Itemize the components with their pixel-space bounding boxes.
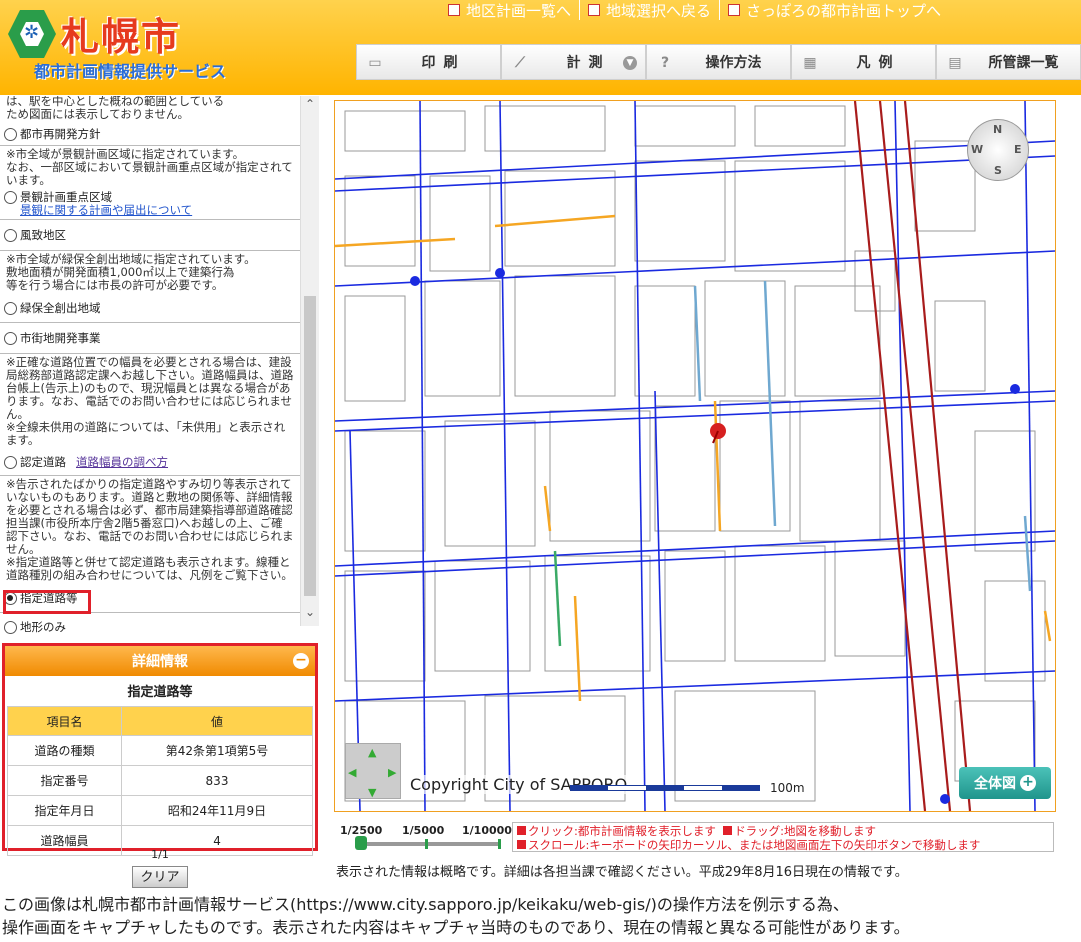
- document-icon: ▤: [948, 55, 962, 71]
- printer-icon: ▭: [368, 55, 382, 71]
- zoom-knob[interactable]: [355, 836, 367, 850]
- clear-button[interactable]: クリア: [132, 866, 188, 888]
- option-certified-road[interactable]: 認定道路 道路幅員の調べ方: [0, 449, 300, 476]
- arrow-right-icon[interactable]: ▶: [388, 766, 396, 779]
- zoom-level-10000[interactable]: 1/10000: [462, 824, 512, 837]
- collapse-icon[interactable]: −: [293, 653, 309, 669]
- print-button[interactable]: ▭ 印刷: [356, 44, 501, 80]
- office-list-button[interactable]: ▤ 所管課一覧: [936, 44, 1081, 80]
- option-redevelopment[interactable]: 都市再開発方針: [0, 123, 300, 146]
- scale-label: 100m: [770, 781, 805, 795]
- radio-icon: [4, 301, 17, 315]
- detail-panel: 詳細情報 − 指定道路等 項目名値 道路の種類 第42条第1項第5号 指定番号 833…: [2, 643, 318, 856]
- logo-hex-icon: ✲: [8, 10, 56, 58]
- scroll-thumb[interactable]: [304, 296, 316, 596]
- option-green-area[interactable]: 緑保全創出地域: [0, 294, 300, 323]
- zoom-track[interactable]: [355, 836, 501, 850]
- link-road-width[interactable]: 道路幅員の調べ方: [76, 455, 168, 469]
- chevron-up-icon[interactable]: ⌃: [301, 98, 319, 111]
- question-icon: ?: [660, 55, 670, 71]
- pager: 1/1: [151, 848, 169, 861]
- arrow-up-icon[interactable]: ▲: [368, 746, 376, 759]
- option-terrain-only[interactable]: 地形のみ: [0, 613, 300, 641]
- zoom-level-5000[interactable]: 1/5000: [402, 824, 444, 837]
- top-links: 地区計画一覧へ 地域選択へ戻る さっぽろの都市計画トップへ: [440, 0, 949, 22]
- home-icon: [448, 4, 460, 16]
- toolbar: ▭ 印刷 ⟋ 計測 ▼ ? 操作方法 ▦ 凡例 ▤ 所管課一覧: [356, 44, 1081, 82]
- note-station: は、駅を中心とした概ねの範囲としている ため図面には表示しておりません。: [6, 96, 225, 121]
- detail-table: 項目名値 道路の種類 第42条第1項第5号 指定番号 833 指定年月日 昭和24年1…: [6, 706, 313, 856]
- grid-icon: ▦: [803, 55, 817, 71]
- logo-name: 札幌市: [61, 15, 182, 59]
- option-scenic-district[interactable]: 風致地区: [0, 220, 300, 251]
- howto-button[interactable]: ? 操作方法: [646, 44, 791, 80]
- col-value-header: 値: [121, 706, 313, 736]
- radio-icon: [4, 331, 17, 345]
- detail-title: 指定道路等: [127, 685, 193, 700]
- link-city-planning-top[interactable]: さっぽろの都市計画トップへ: [719, 0, 949, 20]
- logo-subtitle: 都市計画情報提供サービス: [34, 62, 227, 81]
- home-icon: [728, 4, 741, 16]
- scale-bar: [570, 781, 760, 795]
- selected-highlight: [3, 590, 91, 614]
- table-header-row: 項目名値: [6, 706, 313, 736]
- radio-icon: [4, 127, 17, 141]
- pan-control[interactable]: ▲ ▼ ◀ ▶: [345, 743, 401, 799]
- col-item-header: 項目名: [6, 706, 123, 736]
- table-row: 道路の種類 第42条第1項第5号: [6, 735, 313, 766]
- info-note: 表示された情報は概略です。詳細は各担当課で確認ください。平成29年8月16日現在…: [336, 865, 908, 880]
- operation-hints: クリック:都市計画情報を表示します ドラッグ:地図を移動します スクロール:キー…: [512, 822, 1054, 852]
- detail-header[interactable]: 詳細情報 −: [5, 646, 315, 676]
- arrow-down-icon[interactable]: ▼: [368, 786, 376, 799]
- zoom-slider[interactable]: 1/2500 1/5000 1/10000: [340, 822, 512, 852]
- link-back-to-area-select[interactable]: 地域選択へ戻る: [579, 0, 719, 20]
- plus-icon: +: [1020, 775, 1036, 791]
- link-district-plan-list[interactable]: 地区計画一覧へ: [440, 0, 579, 20]
- radio-icon: [4, 455, 17, 469]
- note-road: ※正確な道路位置での幅員を必要とされる場合は、建設局総務部道路認定課へお越し下さ…: [6, 355, 294, 447]
- window-icon: [588, 4, 601, 16]
- arrow-left-icon[interactable]: ◀: [348, 766, 356, 779]
- caption: この画像は札幌市都市計画情報サービス(https://www.city.sapp…: [2, 895, 910, 937]
- note-green: ※市全域が緑保全創出地域に指定されています。 敷地面積が開発面積1,000㎡以上…: [6, 252, 256, 292]
- map-view[interactable]: N S E W ▲ ▼ ◀ ▶ Copyright City of SAPPOR…: [334, 100, 1056, 812]
- link-landscape[interactable]: 景観に関する計画や届出について: [20, 203, 192, 217]
- table-row: 指定番号 833: [6, 765, 313, 796]
- option-landscape[interactable]: 景観計画重点区域 景観に関する計画や届出について: [0, 189, 300, 220]
- note-landscape: ※市全域が景観計画区域に指定されています。 なお、一部区域において景観計画重点区…: [6, 147, 293, 187]
- sidebar-scrollbar[interactable]: ⌃ ⌄: [300, 96, 319, 626]
- chevron-down-icon: ▼: [623, 56, 637, 70]
- header: ✲ 札幌市 都市計画情報提供サービス 地区計画一覧へ 地域選択へ戻る さっぽろの…: [0, 0, 1081, 95]
- full-map-button[interactable]: 全体図 +: [959, 767, 1051, 799]
- compass-icon[interactable]: N S E W: [967, 119, 1029, 181]
- radio-icon: [4, 228, 17, 242]
- legend-button[interactable]: ▦ 凡例: [791, 44, 936, 80]
- chevron-down-icon[interactable]: ⌄: [301, 606, 319, 619]
- note-designated: ※告示されたばかりの指定道路やすみ切り等表示されていないものもあります。道路と敷…: [6, 477, 294, 582]
- map-canvas: [335, 101, 1055, 811]
- layer-list-panel[interactable]: は、駅を中心とした概ねの範囲としている ため図面には表示しておりません。 都市再…: [0, 96, 320, 641]
- radio-icon: [4, 191, 17, 204]
- logo[interactable]: ✲ 札幌市 都市計画情報提供サービス: [6, 8, 266, 88]
- table-row: 指定年月日 昭和24年11月9日: [6, 795, 313, 826]
- radio-icon: [4, 620, 17, 634]
- ruler-icon: ⟋: [515, 55, 525, 71]
- measure-button[interactable]: ⟋ 計測 ▼: [501, 44, 646, 80]
- option-urban-development[interactable]: 市街地開発事業: [0, 323, 300, 354]
